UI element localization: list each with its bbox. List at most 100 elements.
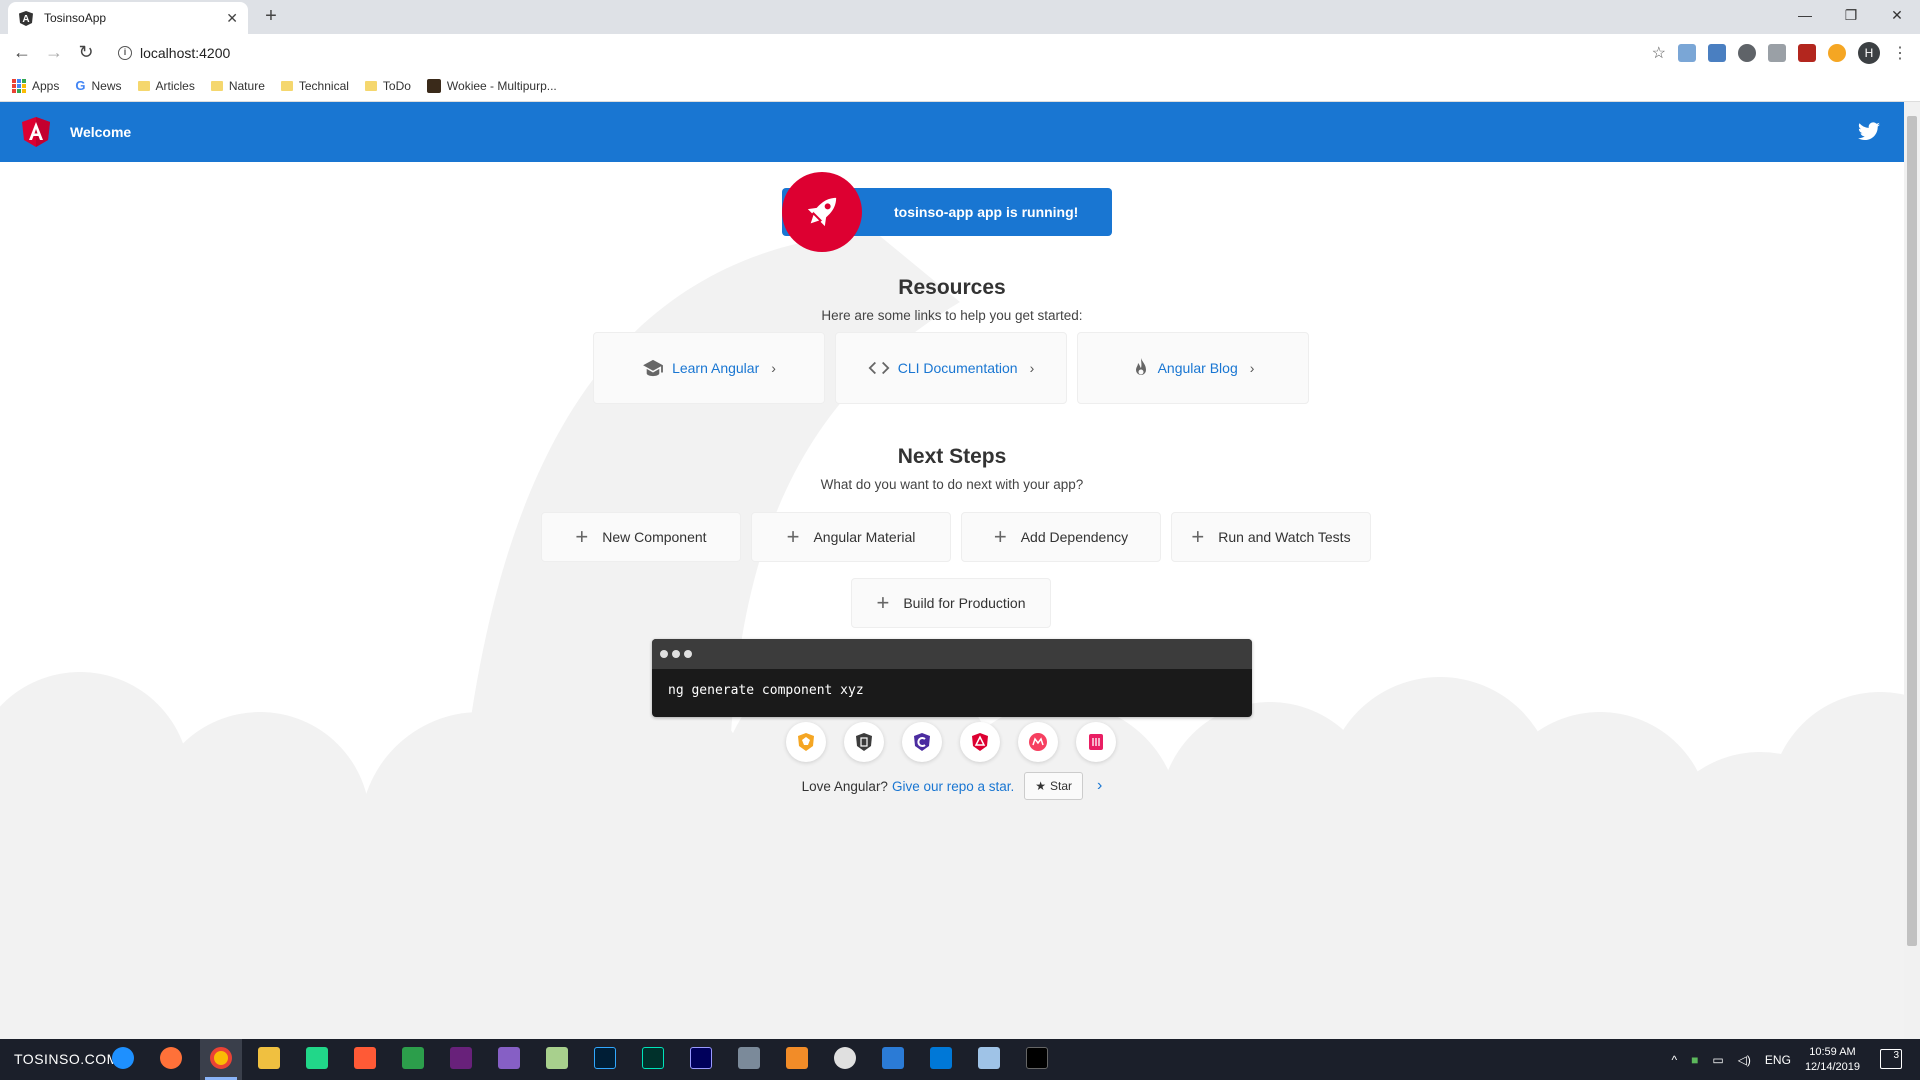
language-indicator[interactable]: ENG bbox=[1765, 1053, 1791, 1067]
star-button[interactable]: ★ Star bbox=[1024, 772, 1084, 800]
folder-icon bbox=[280, 80, 293, 91]
circle-app-icon[interactable] bbox=[834, 1047, 856, 1069]
discord-link[interactable] bbox=[1076, 722, 1116, 762]
page-scrollbar[interactable] bbox=[1904, 102, 1920, 1039]
plus-icon: + bbox=[575, 524, 589, 549]
extension-pdf-icon[interactable] bbox=[1798, 44, 1816, 62]
chrome-icon[interactable] bbox=[210, 1047, 232, 1069]
folder-icon bbox=[210, 80, 223, 91]
browser-tab[interactable]: A TosinsoApp ✕ bbox=[8, 2, 248, 34]
augury-link[interactable] bbox=[902, 722, 942, 762]
step-label: Build for Production bbox=[903, 595, 1026, 611]
pycharm-icon[interactable] bbox=[306, 1047, 328, 1069]
windows-taskbar: TOSINSO.COM ^ ■ ▭ ◁) ENG 10:59 AM 12/14/… bbox=[0, 1039, 1920, 1080]
meetup-link[interactable] bbox=[1018, 722, 1058, 762]
toolbar-title: Welcome bbox=[70, 124, 132, 140]
clock-time: 10:59 AM bbox=[1809, 1045, 1856, 1058]
bookmark-label: News bbox=[91, 78, 122, 93]
visual-studio-alt-icon[interactable] bbox=[498, 1047, 520, 1069]
restore-button[interactable]: ❐ bbox=[1828, 0, 1874, 30]
back-icon[interactable]: ← bbox=[10, 40, 34, 64]
twitter-icon[interactable] bbox=[1856, 120, 1882, 144]
protractor-link[interactable] bbox=[844, 722, 884, 762]
bookmark-star-icon[interactable]: ☆ bbox=[1652, 43, 1666, 63]
bookmark-todo[interactable]: ToDo bbox=[364, 79, 411, 93]
volume-icon[interactable]: ◁) bbox=[1738, 1053, 1751, 1067]
bookmark-wokiee[interactable]: Wokiee - Multipurp... bbox=[426, 78, 557, 93]
chevron-right-icon[interactable]: › bbox=[1097, 777, 1102, 795]
new-tab-button[interactable]: + bbox=[260, 6, 282, 28]
step-label: New Component bbox=[602, 529, 707, 545]
plus-icon: + bbox=[1191, 524, 1205, 549]
run-watch-tests-button[interactable]: + Run and Watch Tests bbox=[1171, 512, 1371, 562]
browser-menu-icon[interactable]: ⋮ bbox=[1892, 43, 1908, 63]
folder-icon bbox=[137, 80, 150, 91]
extension-download-icon[interactable] bbox=[1678, 44, 1696, 62]
visual-studio-icon[interactable] bbox=[450, 1047, 472, 1069]
ngrx-link[interactable] bbox=[786, 722, 826, 762]
resource-label: Angular Blog bbox=[1157, 360, 1238, 376]
close-window-button[interactable]: ✕ bbox=[1874, 0, 1920, 30]
bookmark-apps[interactable]: Apps bbox=[12, 78, 60, 93]
notes-app-icon[interactable] bbox=[978, 1047, 1000, 1069]
resources-subtitle: Here are some links to help you get star… bbox=[821, 308, 1083, 323]
network-app-icon[interactable] bbox=[738, 1047, 760, 1069]
universal-link[interactable] bbox=[960, 722, 1000, 762]
bookmark-news[interactable]: G News bbox=[75, 78, 121, 93]
extension-leaf-icon[interactable] bbox=[1738, 44, 1756, 62]
bookmark-articles[interactable]: Articles bbox=[137, 78, 195, 93]
angular-blog-link[interactable]: Angular Blog › bbox=[1077, 332, 1309, 404]
extension-orange-icon[interactable] bbox=[1828, 44, 1846, 62]
close-tab-icon[interactable]: ✕ bbox=[226, 10, 238, 27]
firefox-icon[interactable] bbox=[160, 1047, 182, 1069]
after-effects-icon[interactable] bbox=[690, 1047, 712, 1069]
next-steps-subtitle: What do you want to do next with your ap… bbox=[820, 477, 1084, 492]
security-icon[interactable]: ■ bbox=[1691, 1053, 1698, 1067]
photoshop-icon[interactable] bbox=[594, 1047, 616, 1069]
rocket-icon bbox=[807, 197, 837, 227]
file-explorer-icon[interactable] bbox=[258, 1047, 280, 1069]
clion-icon[interactable] bbox=[354, 1047, 376, 1069]
forward-icon[interactable]: → bbox=[42, 40, 66, 64]
give-star-link[interactable]: Give our repo a star. bbox=[892, 779, 1014, 794]
clock[interactable]: 10:59 AM 12/14/2019 bbox=[1805, 1045, 1860, 1075]
notification-center-icon[interactable]: 3 bbox=[1880, 1049, 1902, 1069]
google-icon: G bbox=[75, 78, 86, 93]
extension-translate-icon[interactable] bbox=[1708, 44, 1726, 62]
angular-material-button[interactable]: + Angular Material bbox=[751, 512, 951, 562]
extension-stack-icon[interactable] bbox=[1768, 44, 1786, 62]
scrollbar-thumb[interactable] bbox=[1907, 116, 1917, 946]
site-info-icon[interactable]: i bbox=[118, 45, 132, 60]
new-component-button[interactable]: + New Component bbox=[541, 512, 741, 562]
rocket-badge bbox=[782, 172, 862, 252]
profile-avatar[interactable]: H bbox=[1858, 42, 1880, 64]
bookmarks-bar: Apps G News Articles Nature Technical To… bbox=[0, 70, 1920, 102]
chevron-right-icon: › bbox=[771, 360, 776, 376]
edge-icon[interactable] bbox=[112, 1047, 134, 1069]
audition-icon[interactable] bbox=[642, 1047, 664, 1069]
reload-icon[interactable]: ↻ bbox=[74, 40, 98, 64]
bookmark-label: Apps bbox=[32, 78, 60, 93]
minimize-button[interactable]: — bbox=[1782, 0, 1828, 30]
learn-angular-link[interactable]: Learn Angular › bbox=[593, 332, 825, 404]
vscode-icon[interactable] bbox=[930, 1047, 952, 1069]
bookmark-label: Nature bbox=[228, 78, 265, 93]
cli-documentation-link[interactable]: CLI Documentation › bbox=[835, 332, 1067, 404]
store-icon[interactable] bbox=[882, 1047, 904, 1069]
network-icon[interactable]: ▭ bbox=[1712, 1053, 1723, 1067]
chevron-up-icon[interactable]: ^ bbox=[1671, 1053, 1677, 1067]
add-dependency-button[interactable]: + Add Dependency bbox=[961, 512, 1161, 562]
sticky-app-icon[interactable] bbox=[402, 1047, 424, 1069]
terminal-app-icon[interactable] bbox=[1026, 1047, 1048, 1069]
address-input[interactable]: i localhost:4200 bbox=[110, 39, 1650, 66]
sublime-icon[interactable] bbox=[786, 1047, 808, 1069]
bookmark-nature[interactable]: Nature bbox=[210, 78, 265, 93]
bookmark-label: Wokiee - Multipurp... bbox=[446, 78, 557, 93]
resource-label: Learn Angular bbox=[672, 360, 760, 376]
bookmark-label: Articles bbox=[155, 78, 195, 93]
notepad-icon[interactable] bbox=[546, 1047, 568, 1069]
build-production-button[interactable]: + Build for Production bbox=[851, 578, 1051, 628]
bookmark-technical[interactable]: Technical bbox=[280, 79, 349, 93]
chevron-right-icon: › bbox=[1249, 360, 1255, 376]
plus-icon: + bbox=[876, 590, 890, 615]
